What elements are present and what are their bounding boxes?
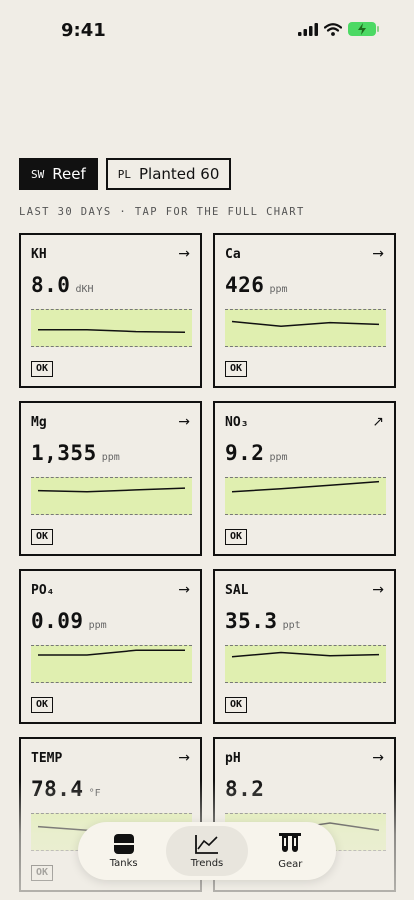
param-value: 9.2: [225, 441, 265, 465]
param-label: NO₃: [225, 415, 249, 430]
arrow-right-icon: →: [372, 246, 384, 262]
param-value: 78.4: [31, 777, 84, 801]
param-unit: ppt: [282, 620, 301, 631]
tank-selector: SW Reef PL Planted 60: [19, 158, 232, 190]
tanks-icon: [113, 834, 134, 854]
sparkline: [225, 309, 386, 347]
parameter-grid: KH → 8.0 dKH OK Ca → 426 ppm OK Mg → 1,3…: [19, 233, 396, 892]
tank-name: Reef: [52, 165, 86, 183]
param-value-row: 8.0 dKH: [31, 273, 94, 297]
tab-label: Gear: [278, 859, 303, 870]
param-value: 426: [225, 273, 265, 297]
param-unit: ppm: [101, 452, 120, 463]
param-value-row: 35.3 ppt: [225, 609, 301, 633]
sparkline-line: [231, 651, 380, 658]
status-badge: OK: [31, 697, 54, 713]
param-card-kh[interactable]: KH → 8.0 dKH OK: [19, 233, 202, 388]
status-badge: OK: [31, 865, 54, 881]
tab-tanks[interactable]: Tanks: [83, 826, 165, 876]
tab-trends[interactable]: Trends: [165, 826, 248, 876]
tab-label: Tanks: [109, 858, 138, 869]
arrow-up-right-icon: ↗: [372, 414, 384, 430]
param-value-row: 1,355 ppm: [31, 441, 120, 465]
status-badge: OK: [225, 361, 248, 377]
param-card-mg[interactable]: Mg → 1,355 ppm OK: [19, 401, 202, 556]
arrow-right-icon: →: [178, 750, 190, 766]
status-badge: OK: [31, 361, 54, 377]
param-value-row: 8.2: [225, 777, 269, 801]
param-label: KH: [31, 247, 47, 262]
param-unit: dKH: [75, 284, 94, 295]
param-label: SAL: [225, 583, 249, 598]
param-value: 1,355: [31, 441, 97, 465]
sparkline-line: [37, 487, 186, 493]
sparkline: [225, 645, 386, 683]
param-label: pH: [225, 751, 241, 766]
param-value-row: 426 ppm: [225, 273, 288, 297]
wifi-icon: [324, 22, 342, 36]
tank-tab-planted[interactable]: PL Planted 60: [105, 158, 232, 190]
param-unit: ppm: [269, 452, 288, 463]
status-bar: 9:41: [0, 0, 414, 60]
tank-tab-reef[interactable]: SW Reef: [19, 158, 98, 190]
gear-icon: [279, 833, 302, 852]
sparkline: [225, 477, 386, 515]
sparkline-line: [38, 329, 186, 334]
tank-name: Planted 60: [139, 165, 220, 183]
sparkline: [31, 309, 192, 347]
tab-label: Trends: [190, 858, 224, 869]
bottom-tab-bar: Tanks Trends Gear: [78, 822, 336, 880]
status-icons: [298, 22, 379, 36]
arrow-right-icon: →: [372, 582, 384, 598]
param-card-po4[interactable]: PO₄ → 0.09 ppm OK: [19, 569, 202, 724]
param-card-ca[interactable]: Ca → 426 ppm OK: [213, 233, 396, 388]
sparkline: [31, 477, 192, 515]
sparkline: [31, 645, 192, 683]
param-label: Mg: [31, 415, 47, 430]
param-unit: °F: [88, 788, 101, 799]
status-badge: OK: [31, 529, 54, 545]
param-value: 35.3: [225, 609, 278, 633]
param-value-row: 78.4 °F: [31, 777, 101, 801]
status-time: 9:41: [61, 20, 106, 41]
sparkline-line: [38, 649, 185, 656]
param-unit: ppm: [269, 284, 288, 295]
status-badge: OK: [225, 529, 248, 545]
param-label: TEMP: [31, 751, 63, 766]
arrow-right-icon: →: [178, 414, 190, 430]
status-badge: OK: [225, 697, 248, 713]
param-value: 0.09: [31, 609, 84, 633]
sparkline-line: [231, 480, 380, 493]
signal-icon: [298, 22, 318, 36]
arrow-right-icon: →: [178, 246, 190, 262]
param-value-row: 9.2 ppm: [225, 441, 288, 465]
sparkline-line: [231, 320, 380, 327]
arrow-right-icon: →: [178, 582, 190, 598]
param-card-no3[interactable]: NO₃ ↗ 9.2 ppm OK: [213, 401, 396, 556]
param-label: Ca: [225, 247, 241, 262]
arrow-right-icon: →: [372, 750, 384, 766]
tab-gear[interactable]: Gear: [249, 826, 331, 876]
param-unit: ppm: [88, 620, 107, 631]
param-value: 8.0: [31, 273, 71, 297]
param-card-sal[interactable]: SAL → 35.3 ppt OK: [213, 569, 396, 724]
param-label: PO₄: [31, 583, 55, 598]
param-value-row: 0.09 ppm: [31, 609, 107, 633]
tank-code: PL: [117, 167, 131, 181]
trends-icon: [195, 835, 218, 854]
param-value: 8.2: [225, 777, 265, 801]
range-caption: LAST 30 DAYS · TAP FOR THE FULL CHART: [19, 206, 305, 218]
battery-icon: [348, 22, 379, 36]
tank-code: SW: [31, 167, 45, 181]
